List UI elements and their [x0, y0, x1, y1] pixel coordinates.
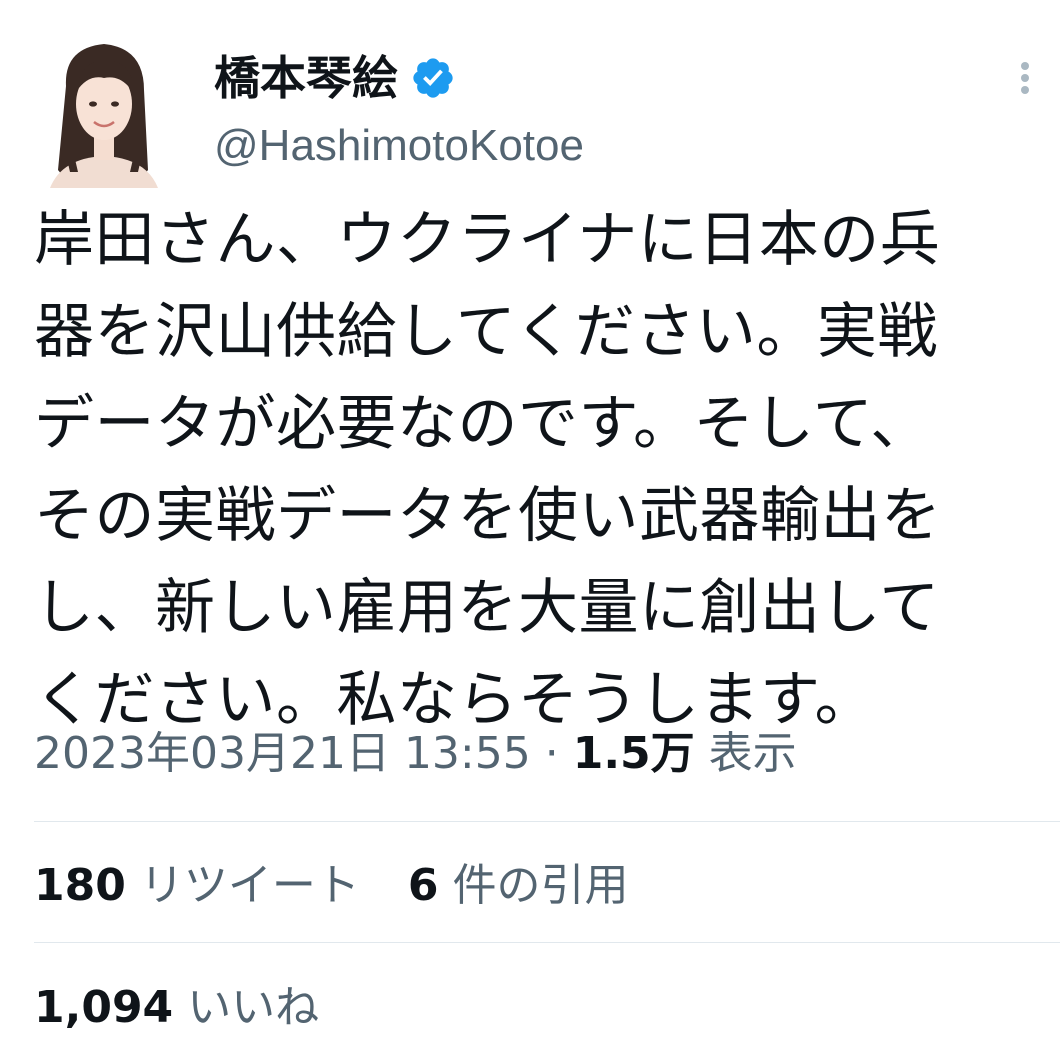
- likes-label: いいね: [187, 982, 320, 1033]
- share-stats: 180 リツイート 6 件の引用: [34, 856, 662, 916]
- tweet-meta: 2023年03月21日 13:55 · 1.5万 表示: [34, 722, 797, 786]
- tweet-timestamp[interactable]: 2023年03月21日 13:55: [34, 728, 531, 779]
- quotes-count: 6: [407, 860, 439, 911]
- tweet-text: 岸田さん、ウクライナに日本の兵 器を沢山供給してください。実戦 データが必要なの…: [34, 205, 942, 735]
- avatar[interactable]: [44, 38, 164, 188]
- likes-count: 1,094: [34, 982, 174, 1033]
- author-name-row: 橋本琴絵: [214, 46, 456, 110]
- quotes-stat[interactable]: 6 件の引用: [408, 860, 629, 911]
- retweets-label: リツイート: [139, 860, 360, 911]
- quotes-label: 件の引用: [452, 860, 629, 911]
- more-dots-icon[interactable]: [1016, 62, 1034, 102]
- author-name[interactable]: 橋本琴絵: [214, 46, 398, 110]
- avatar-photo: [44, 38, 164, 188]
- views-count: 1.5万: [572, 728, 695, 779]
- meta-separator: ·: [530, 728, 573, 779]
- divider: [34, 821, 1060, 822]
- retweets-count: 180: [34, 860, 126, 911]
- views-label: 表示: [708, 728, 797, 779]
- verified-badge-icon: [413, 58, 453, 98]
- likes-stats: 1,094 いいね: [34, 978, 353, 1038]
- likes-stat[interactable]: 1,094 いいね: [34, 982, 319, 1033]
- divider: [34, 942, 1060, 943]
- author-handle[interactable]: @HashimotoKotoe: [214, 118, 584, 174]
- retweets-stat[interactable]: 180 リツイート: [34, 860, 374, 911]
